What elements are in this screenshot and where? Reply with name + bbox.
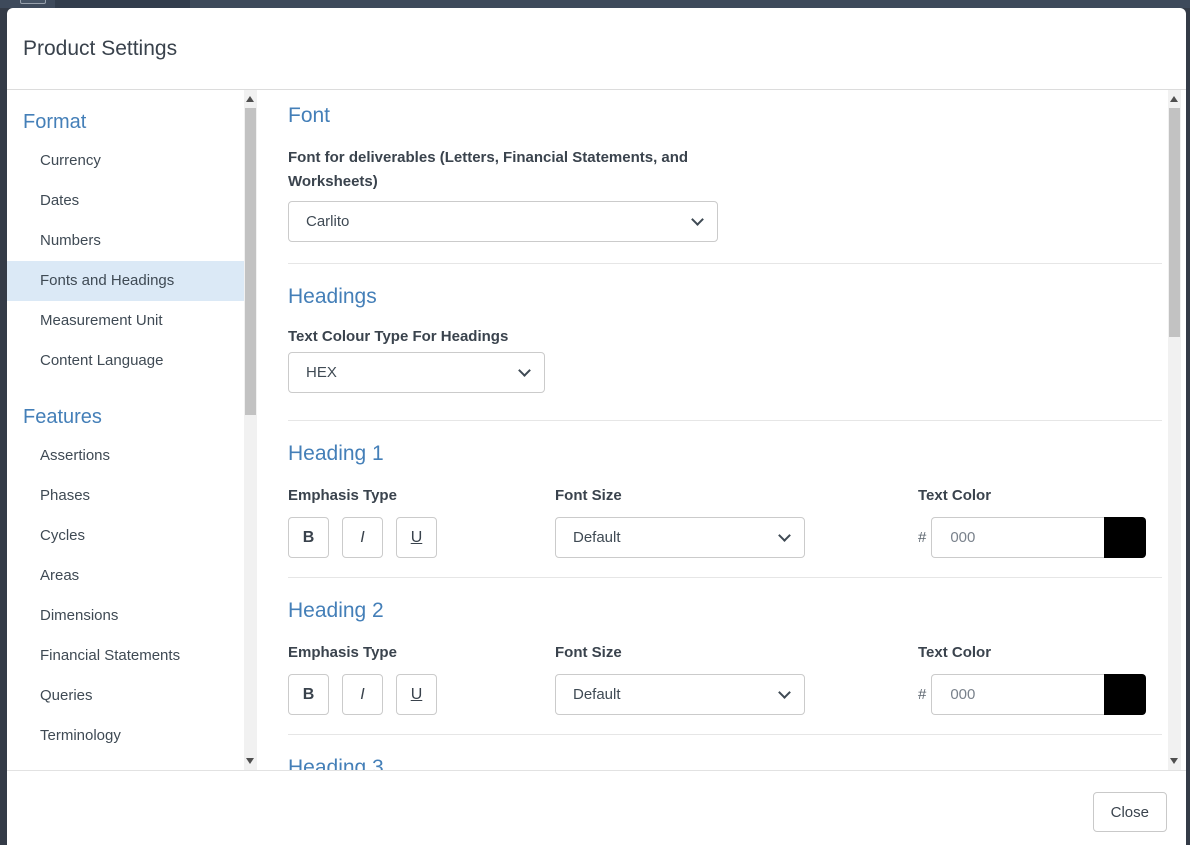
sidebar-item-phases[interactable]: Phases — [7, 476, 257, 516]
hash-prefix: # — [918, 686, 926, 703]
section-divider — [288, 577, 1162, 578]
hash-prefix: # — [918, 529, 926, 546]
heading2-title: Heading 2 — [288, 598, 1162, 624]
heading3-title: Heading 3 — [288, 755, 1162, 770]
heading1-color-swatch[interactable] — [1104, 517, 1146, 558]
colour-type-select-value: HEX — [306, 364, 337, 381]
sidebar-item-dimensions[interactable]: Dimensions — [7, 596, 257, 636]
sidebar-item-queries[interactable]: Queries — [7, 676, 257, 716]
underline-button[interactable]: U — [396, 517, 437, 558]
scroll-up-icon[interactable] — [246, 96, 254, 102]
chevron-down-icon — [778, 529, 791, 542]
chevron-down-icon — [691, 213, 704, 226]
italic-button[interactable]: I — [342, 674, 383, 715]
sidebar-item-cycles[interactable]: Cycles — [7, 516, 257, 556]
font-deliverables-label: Font for deliverables (Letters, Financia… — [288, 146, 733, 194]
bold-button[interactable]: B — [288, 517, 329, 558]
page-title: Product Settings — [23, 37, 177, 61]
sidebar-item-terminology[interactable]: Terminology — [7, 716, 257, 756]
section-divider — [288, 263, 1162, 264]
content-scrollbar[interactable] — [1168, 90, 1181, 770]
heading2-color-swatch[interactable] — [1104, 674, 1146, 715]
app-logo — [20, 0, 46, 4]
heading2-color-input[interactable] — [931, 674, 1104, 715]
content-scrollbar-thumb[interactable] — [1169, 108, 1180, 337]
sidebar-item-fonts-and-headings[interactable]: Fonts and Headings — [7, 261, 257, 301]
nav-tab-trial-balance[interactable]: Trial Balance — [210, 0, 295, 8]
headings-section-title: Headings — [288, 284, 1162, 310]
font-size-label: Font Size — [555, 486, 918, 506]
emphasis-type-label: Emphasis Type — [288, 643, 555, 663]
sidebar-item-assertions[interactable]: Assertions — [7, 436, 257, 476]
font-size-label: Font Size — [555, 643, 918, 663]
heading1-font-size-select[interactable]: Default — [555, 517, 805, 558]
scroll-down-icon[interactable] — [1170, 758, 1178, 764]
modal-footer: Close — [7, 770, 1186, 845]
heading2-font-size-select[interactable]: Default — [555, 674, 805, 715]
sidebar-item-content-language[interactable]: Content Language — [7, 341, 257, 381]
sidebar-scrollbar-thumb[interactable] — [245, 108, 256, 415]
sidebar-item-currency[interactable]: Currency — [7, 141, 257, 181]
modal-header: Product Settings — [7, 8, 1186, 90]
settings-content: Font Font for deliverables (Letters, Fin… — [257, 90, 1168, 770]
sidebar-item-areas[interactable]: Areas — [7, 556, 257, 596]
section-divider — [288, 420, 1162, 421]
close-button[interactable]: Close — [1093, 792, 1167, 832]
nav-tab-issues[interactable]: Issues — [517, 0, 575, 8]
sidebar-item-dates[interactable]: Dates — [7, 181, 257, 221]
nav-tab-documents[interactable]: Documents — [55, 0, 190, 8]
sidebar-section-format: Format — [7, 100, 257, 141]
sidebar-section-features: Features — [7, 381, 257, 436]
font-select-value: Carlito — [306, 213, 349, 230]
heading1-title: Heading 1 — [288, 441, 1162, 467]
nav-tab-risks[interactable]: Risks — [442, 0, 495, 8]
colour-type-label: Text Colour Type For Headings — [288, 327, 1162, 347]
chevron-down-icon — [518, 364, 531, 377]
sidebar-item-measurement-unit[interactable]: Measurement Unit — [7, 301, 257, 341]
section-divider — [288, 734, 1162, 735]
font-select[interactable]: Carlito — [288, 201, 718, 242]
sidebar-item-financial-statements[interactable]: Financial Statements — [7, 636, 257, 676]
font-size-select-value: Default — [573, 529, 621, 546]
scroll-up-icon[interactable] — [1170, 96, 1178, 102]
font-size-select-value: Default — [573, 686, 621, 703]
product-settings-modal: Product Settings Format Currency Dates N… — [7, 8, 1186, 845]
text-color-label: Text Color — [918, 486, 1162, 506]
sidebar-scrollbar[interactable] — [244, 90, 257, 770]
colour-type-select[interactable]: HEX — [288, 352, 545, 393]
emphasis-type-label: Emphasis Type — [288, 486, 555, 506]
chevron-down-icon — [778, 686, 791, 699]
scroll-down-icon[interactable] — [246, 758, 254, 764]
sidebar-item-components[interactable]: Components — [7, 756, 257, 770]
bold-button[interactable]: B — [288, 674, 329, 715]
heading1-color-input[interactable] — [931, 517, 1104, 558]
underline-button[interactable]: U — [396, 674, 437, 715]
sidebar-item-numbers[interactable]: Numbers — [7, 221, 257, 261]
nav-tab-queries[interactable]: Queries — [607, 0, 675, 8]
nav-tab-adjustments[interactable]: Adjustments — [318, 0, 423, 8]
settings-sidebar: Format Currency Dates Numbers Fonts and … — [7, 90, 257, 770]
italic-button[interactable]: I — [342, 517, 383, 558]
top-nav-bar: Documents Trial Balance Adjustments Risk… — [0, 0, 1190, 8]
text-color-label: Text Color — [918, 643, 1162, 663]
font-section-title: Font — [288, 103, 1162, 129]
